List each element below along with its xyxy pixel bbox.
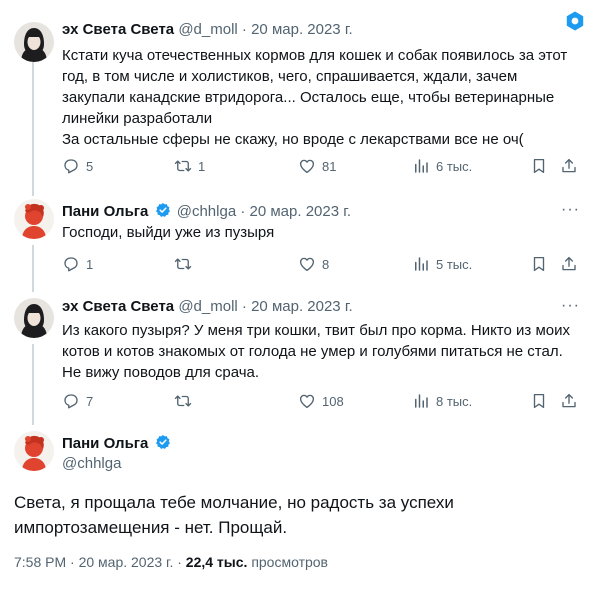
avatar[interactable] xyxy=(14,298,54,338)
like-button[interactable]: 81 xyxy=(298,157,336,175)
reply-icon xyxy=(62,392,80,410)
author-name[interactable]: Пани Ольга xyxy=(62,435,148,452)
reply-icon xyxy=(62,157,80,175)
text-line: год, в том числе и холистиков, чего, спр… xyxy=(62,68,518,85)
text-line: линейки разработали xyxy=(62,110,213,127)
reply-icon xyxy=(62,255,80,273)
share-icon xyxy=(560,392,578,410)
bookmark-button[interactable] xyxy=(530,255,548,273)
views-icon xyxy=(412,157,430,175)
text-line: За остальные сферы не скажу, но вроде с … xyxy=(62,131,524,148)
share-icon xyxy=(560,255,578,273)
text-line: Из какого пузыря? У меня три кошки, твит… xyxy=(62,322,570,339)
author-name[interactable]: эх Света Света xyxy=(62,298,174,315)
author-name[interactable]: Пани Ольга xyxy=(62,203,148,220)
bookmark-icon xyxy=(530,392,548,410)
tweet-date[interactable]: 20 мар. 2023 г. xyxy=(251,21,353,38)
bookmark-icon xyxy=(530,157,548,175)
verified-icon xyxy=(155,434,171,450)
text-line: Господи, выйди уже из пузыря xyxy=(62,224,275,241)
verified-icon xyxy=(155,202,171,218)
avatar[interactable] xyxy=(14,431,54,471)
text-line: Света, я прощала тебе молчание, но радос… xyxy=(14,493,454,512)
text-line: Кстати куча отечественных кормов для кош… xyxy=(62,47,568,64)
tweet-meta-footer: 7:58 PM · 20 мар. 2023 г. · 22,4 тыс. пр… xyxy=(14,554,328,570)
tweet-text: Из какого пузыря? У меня три кошки, твит… xyxy=(62,320,582,383)
tweet-text: Света, я прощала тебе молчание, но радос… xyxy=(14,490,454,540)
tweet-actions: 7 108 8 тыс. xyxy=(62,392,582,412)
text-line: Не вижу поводов для срача. xyxy=(62,364,260,381)
bookmark-button[interactable] xyxy=(530,157,548,175)
views-label: просмотров xyxy=(251,554,328,570)
views-button[interactable]: 8 тыс. xyxy=(412,392,472,410)
like-button[interactable]: 108 xyxy=(298,392,344,410)
retweet-button[interactable] xyxy=(174,255,192,273)
share-button[interactable] xyxy=(560,157,578,175)
author-handle[interactable]: @d_moll xyxy=(178,21,237,38)
author-name[interactable]: эх Света Света xyxy=(62,21,174,38)
tweet-date[interactable]: 20 мар. 2023 г. xyxy=(250,203,352,220)
views-total: 22,4 тыс. xyxy=(185,554,248,570)
reply-count: 5 xyxy=(86,158,94,174)
tweet-timestamp[interactable]: 7:58 PM · 20 мар. 2023 г. · xyxy=(14,554,186,570)
tweet-text: Господи, выйди уже из пузыря xyxy=(62,222,582,243)
like-count: 8 xyxy=(322,256,330,272)
views-button[interactable]: 6 тыс. xyxy=(412,157,472,175)
like-button[interactable]: 8 xyxy=(298,255,329,273)
tweet-text: Кстати куча отечественных кормов для кош… xyxy=(62,45,582,150)
text-line: закупали канадские втридорога... Осталос… xyxy=(62,89,555,106)
settings-hex-icon[interactable] xyxy=(564,10,586,32)
bookmark-button[interactable] xyxy=(530,392,548,410)
retweet-button[interactable]: 1 xyxy=(174,157,205,175)
like-count: 81 xyxy=(322,158,337,174)
bookmark-icon xyxy=(530,255,548,273)
like-count: 108 xyxy=(322,393,344,409)
views-button[interactable]: 5 тыс. xyxy=(412,255,472,273)
reply-button[interactable]: 1 xyxy=(62,255,93,273)
tweet-actions: 1 8 5 тыс. xyxy=(62,255,582,275)
avatar[interactable] xyxy=(14,199,54,239)
retweet-icon xyxy=(174,392,192,410)
retweet-button[interactable] xyxy=(174,392,192,410)
author-handle[interactable]: @d_moll xyxy=(178,298,237,315)
thread-line xyxy=(32,62,34,196)
author-handle[interactable]: @chhlga xyxy=(62,455,121,472)
views-count: 6 тыс. xyxy=(436,158,473,174)
thread-line xyxy=(32,344,34,425)
more-options-button[interactable]: ··· xyxy=(561,201,580,219)
reply-button[interactable]: 7 xyxy=(62,392,93,410)
separator: · xyxy=(237,298,252,315)
author-handle[interactable]: @chhlga xyxy=(177,203,236,220)
views-count: 8 тыс. xyxy=(436,393,473,409)
text-line: импортозамещения - нет. Прощай. xyxy=(14,518,288,537)
text-line: котов и котов знакомых от голода не умер… xyxy=(62,343,563,360)
reply-count: 7 xyxy=(86,393,94,409)
separator: · xyxy=(237,21,252,38)
share-icon xyxy=(560,157,578,175)
views-count: 5 тыс. xyxy=(436,256,473,272)
share-button[interactable] xyxy=(560,255,578,273)
like-icon xyxy=(298,392,316,410)
reply-count: 1 xyxy=(86,256,94,272)
tweet-actions: 5 1 81 6 тыс. xyxy=(62,157,582,177)
separator: · xyxy=(236,203,250,220)
avatar[interactable] xyxy=(14,22,54,62)
like-icon xyxy=(298,157,316,175)
views-icon xyxy=(412,255,430,273)
retweet-icon xyxy=(174,157,192,175)
share-button[interactable] xyxy=(560,392,578,410)
views-icon xyxy=(412,392,430,410)
thread-line xyxy=(32,245,34,292)
tweet-date[interactable]: 20 мар. 2023 г. xyxy=(251,298,353,315)
retweet-count: 1 xyxy=(198,158,206,174)
reply-button[interactable]: 5 xyxy=(62,157,93,175)
more-options-button[interactable]: ··· xyxy=(561,297,580,315)
like-icon xyxy=(298,255,316,273)
retweet-icon xyxy=(174,255,192,273)
